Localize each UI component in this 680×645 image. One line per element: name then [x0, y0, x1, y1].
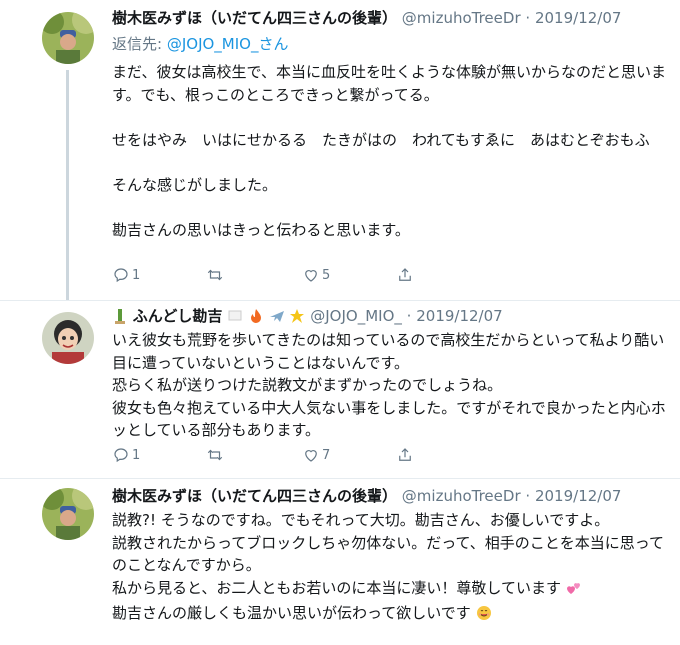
reply-count: 1	[132, 447, 141, 463]
avatar-mizuho[interactable]	[42, 12, 94, 64]
tweet-header: 樹木医みずほ（いだてん四三さんの後輩） @mizuhoTreeDr · 2019…	[112, 486, 621, 506]
reply-icon	[114, 268, 128, 283]
display-name[interactable]: ふんどし勘吉	[133, 307, 223, 325]
smile-emoji	[476, 605, 492, 628]
star-emoji	[289, 308, 305, 329]
user-handle[interactable]: @JOJO_MIO_	[310, 307, 402, 325]
tweet-actions: 1 7	[112, 446, 532, 466]
display-name[interactable]: 樹木医みずほ（いだてん四三さんの後輩）	[112, 487, 397, 505]
tweet-text-segment: 勘吉さんの厳しくも温かい思いが伝わって欲しいです	[112, 604, 471, 622]
tweet-2[interactable]: ふんどし勘吉 @JOJO_MIO_ · 2019/12/07 いえ彼女も荒野を歩…	[0, 300, 680, 470]
tweet-3[interactable]: 樹木医みずほ（いだてん四三さんの後輩） @mizuhoTreeDr · 2019…	[0, 478, 680, 645]
tweet-date[interactable]: 2019/12/07	[535, 9, 621, 27]
reply-to: 返信先: @JOJO_MIO_さん	[112, 33, 288, 54]
retweet-icon	[207, 269, 223, 281]
tweet-date[interactable]: 2019/12/07	[535, 487, 621, 505]
reply-count: 1	[132, 267, 141, 283]
tweet-header: 樹木医みずほ（いだてん四三さんの後輩） @mizuhoTreeDr · 2019…	[112, 8, 621, 28]
airplane-emoji	[269, 308, 285, 329]
tweet-text-line: 私から見ると、お二人ともお若いのに本当に凄い！尊敬しています	[112, 577, 672, 603]
retweet-button[interactable]	[206, 446, 224, 464]
reply-button[interactable]: 1	[112, 446, 140, 464]
retweet-icon	[207, 449, 223, 461]
user-handle[interactable]: @mizuhoTreeDr	[402, 9, 521, 27]
hearts-emoji	[566, 580, 582, 603]
fire-emoji	[248, 308, 264, 329]
like-count: 7	[322, 447, 331, 463]
like-icon	[305, 450, 317, 462]
like-count: 5	[322, 267, 331, 283]
tweet-date[interactable]: 2019/12/07	[416, 307, 502, 325]
flag-emoji	[227, 308, 243, 329]
tweet-text-line: 説教されたからってブロックしちゃ勿体ない。だって、相手のことを本当に思ってのこと…	[112, 533, 665, 575]
share-icon	[399, 448, 411, 461]
tweet-actions: 1 5	[112, 266, 532, 286]
separator: ·	[525, 9, 531, 27]
tweet-text-segment: 私から見ると、お二人ともお若いのに本当に凄い！尊敬しています	[112, 578, 561, 597]
tweet-text: まだ、彼女は高校生で、本当に血反吐を吐くような体験が無いからなのだと思います。で…	[112, 63, 666, 239]
avatar-kankichi[interactable]	[42, 312, 94, 364]
tweet-text: 説教?! そうなのですね。でもそれって大切。勘吉さん、お優しいですよ。 説教され…	[112, 509, 672, 628]
like-icon	[305, 270, 317, 282]
like-button[interactable]: 5	[302, 266, 330, 284]
reply-button[interactable]: 1	[112, 266, 140, 284]
user-handle[interactable]: @mizuhoTreeDr	[402, 487, 521, 505]
separator: ·	[525, 487, 531, 505]
thread-line	[66, 70, 69, 300]
tweet-text-line: 説教?! そうなのですね。でもそれって大切。勘吉さん、お優しいですよ。	[112, 511, 610, 529]
reply-icon	[114, 448, 128, 463]
share-icon	[399, 268, 411, 281]
tweet-text-line: 勘吉さんの厳しくも温かい思いが伝わって欲しいです	[112, 602, 672, 628]
reply-to-mention[interactable]: @JOJO_MIO_さん	[167, 35, 289, 53]
like-button[interactable]: 7	[302, 446, 330, 464]
avatar-mizuho[interactable]	[42, 488, 94, 540]
separator: ·	[406, 307, 412, 325]
tweet-header: ふんどし勘吉 @JOJO_MIO_ · 2019/12/07	[112, 306, 503, 329]
display-name[interactable]: 樹木医みずほ（いだてん四三さんの後輩）	[112, 9, 397, 27]
share-button[interactable]	[396, 266, 414, 284]
tweet-1[interactable]: 樹木医みずほ（いだてん四三さんの後輩） @mizuhoTreeDr · 2019…	[0, 0, 680, 300]
bamboo-emoji	[112, 308, 128, 329]
retweet-button[interactable]	[206, 266, 224, 284]
reply-to-label: 返信先:	[112, 35, 163, 53]
share-button[interactable]	[396, 446, 414, 464]
tweet-text: いえ彼女も荒野を歩いてきたのは知っているので高校生だからといって私より酷い目に遭…	[112, 331, 666, 439]
